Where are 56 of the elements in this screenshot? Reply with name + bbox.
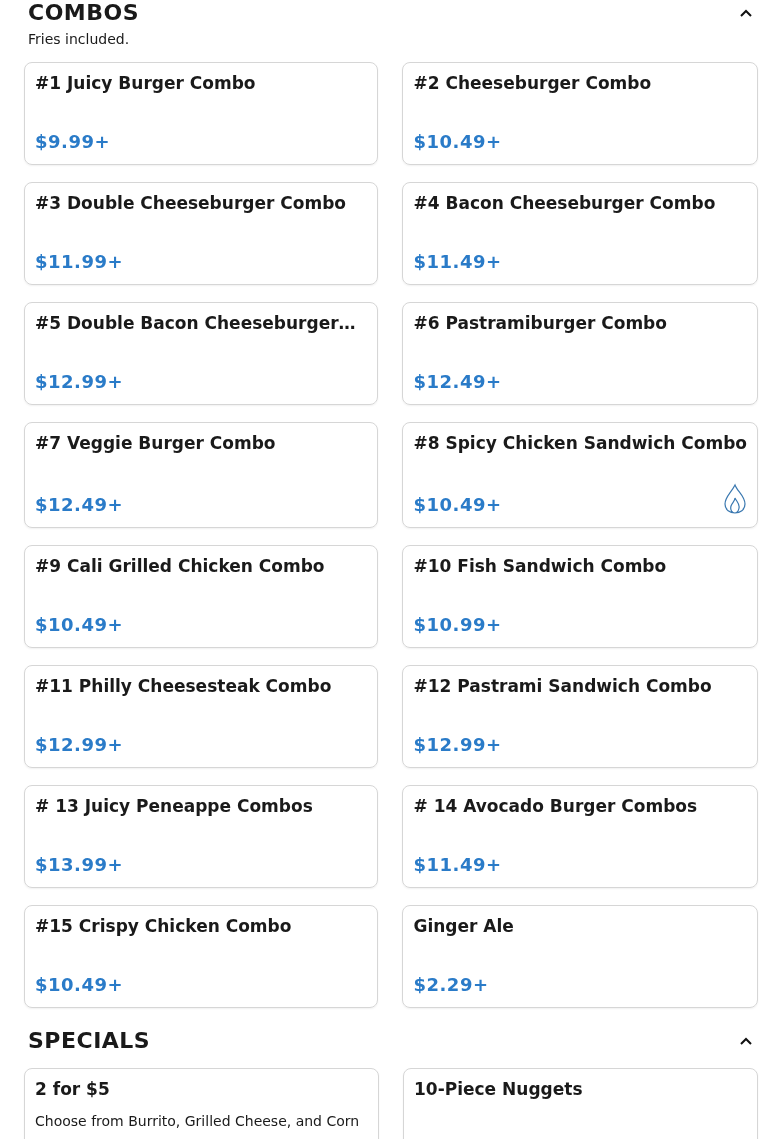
item-price: $12.49+ xyxy=(35,494,124,515)
menu-item-card[interactable]: 10-Piece Nuggets xyxy=(403,1068,758,1139)
item-name: 10-Piece Nuggets xyxy=(414,1079,584,1099)
item-description: Choose from Burrito, Grilled Cheese, and Corn xyxy=(35,1113,361,1129)
item-price: $10.49+ xyxy=(413,131,502,152)
menu-item-card[interactable]: #15 Crispy Chicken Combo $10.49+ xyxy=(24,905,379,1008)
item-price: $11.49+ xyxy=(413,854,502,875)
item-name: # 13 Juicy Peneappe Combos xyxy=(35,796,314,816)
item-name: #7 Veggie Burger Combo xyxy=(35,433,277,453)
item-price: $12.99+ xyxy=(35,734,124,755)
item-price: $12.49+ xyxy=(413,371,502,392)
item-name: #4 Bacon Cheeseburger Combo xyxy=(413,193,717,213)
menu-item-card[interactable]: #9 Cali Grilled Chicken Combo $10.49+ xyxy=(24,545,379,648)
item-name: #1 Juicy Burger Combo xyxy=(35,73,257,93)
item-price: $11.49+ xyxy=(413,251,502,272)
menu-item-card[interactable]: #2 Cheeseburger Combo $10.49+ xyxy=(402,62,758,165)
item-name: #15 Crispy Chicken Combo xyxy=(35,916,293,936)
item-name: #12 Pastrami Sandwich Combo xyxy=(413,676,713,696)
item-name: #2 Cheeseburger Combo xyxy=(413,73,653,93)
menu-item-card[interactable]: Ginger Ale $2.29+ xyxy=(402,905,758,1008)
item-price: $9.99+ xyxy=(35,131,111,152)
menu-item-card[interactable]: #4 Bacon Cheeseburger Combo $11.49+ xyxy=(402,182,758,285)
item-price: $11.99+ xyxy=(35,251,124,272)
item-price: $10.49+ xyxy=(413,494,502,515)
item-name: Ginger Ale xyxy=(413,916,515,936)
item-name: #10 Fish Sandwich Combo xyxy=(413,556,668,576)
item-price: $10.49+ xyxy=(35,614,124,635)
item-price: $10.49+ xyxy=(35,974,124,995)
menu-item-card[interactable]: #5 Double Bacon Cheeseburger… $12.99+ xyxy=(24,302,379,405)
item-name: #5 Double Bacon Cheeseburger… xyxy=(35,313,357,333)
menu-item-card[interactable]: #1 Juicy Burger Combo $9.99+ xyxy=(24,62,379,165)
section-title: SPECIALS xyxy=(28,1028,151,1053)
menu-item-card[interactable]: 2 for $5 Choose from Burrito, Grilled Cheese, and Corn xyxy=(24,1068,379,1139)
item-name: #8 Spicy Chicken Sandwich Combo xyxy=(413,433,747,453)
menu-item-card[interactable]: #3 Double Cheeseburger Combo $11.99+ xyxy=(24,182,379,285)
item-name: # 14 Avocado Burger Combos xyxy=(413,796,699,816)
item-price: $12.99+ xyxy=(413,734,502,755)
menu-item-card[interactable]: #12 Pastrami Sandwich Combo $12.99+ xyxy=(402,665,758,768)
section-note: Fries included. xyxy=(27,30,131,47)
menu-item-card[interactable]: #8 Spicy Chicken Sandwich Combo $10.49+ xyxy=(402,422,758,528)
item-name: #6 Pastramiburger Combo xyxy=(413,313,668,333)
item-name: 2 for $5 xyxy=(35,1079,111,1099)
item-price: $13.99+ xyxy=(35,854,124,875)
section-title: COMBOS xyxy=(28,0,140,25)
item-name: #11 Philly Cheesesteak Combo xyxy=(35,676,333,696)
item-price: $10.99+ xyxy=(413,614,502,635)
menu-item-card[interactable]: #11 Philly Cheesesteak Combo $12.99+ xyxy=(24,665,379,768)
item-name: #9 Cali Grilled Chicken Combo xyxy=(35,556,326,576)
item-price: $2.29+ xyxy=(413,974,489,995)
menu-item-card[interactable]: #6 Pastramiburger Combo $12.49+ xyxy=(402,302,758,405)
menu-item-card[interactable]: #10 Fish Sandwich Combo $10.99+ xyxy=(402,545,758,648)
item-price: $12.99+ xyxy=(35,371,124,392)
menu-item-card[interactable]: # 14 Avocado Burger Combos $11.49+ xyxy=(402,785,758,888)
item-name: #3 Double Cheeseburger Combo xyxy=(35,193,347,213)
menu-item-card[interactable]: # 13 Juicy Peneappe Combos $13.99+ xyxy=(24,785,379,888)
menu-item-card[interactable]: #7 Veggie Burger Combo $12.49+ xyxy=(24,422,379,528)
